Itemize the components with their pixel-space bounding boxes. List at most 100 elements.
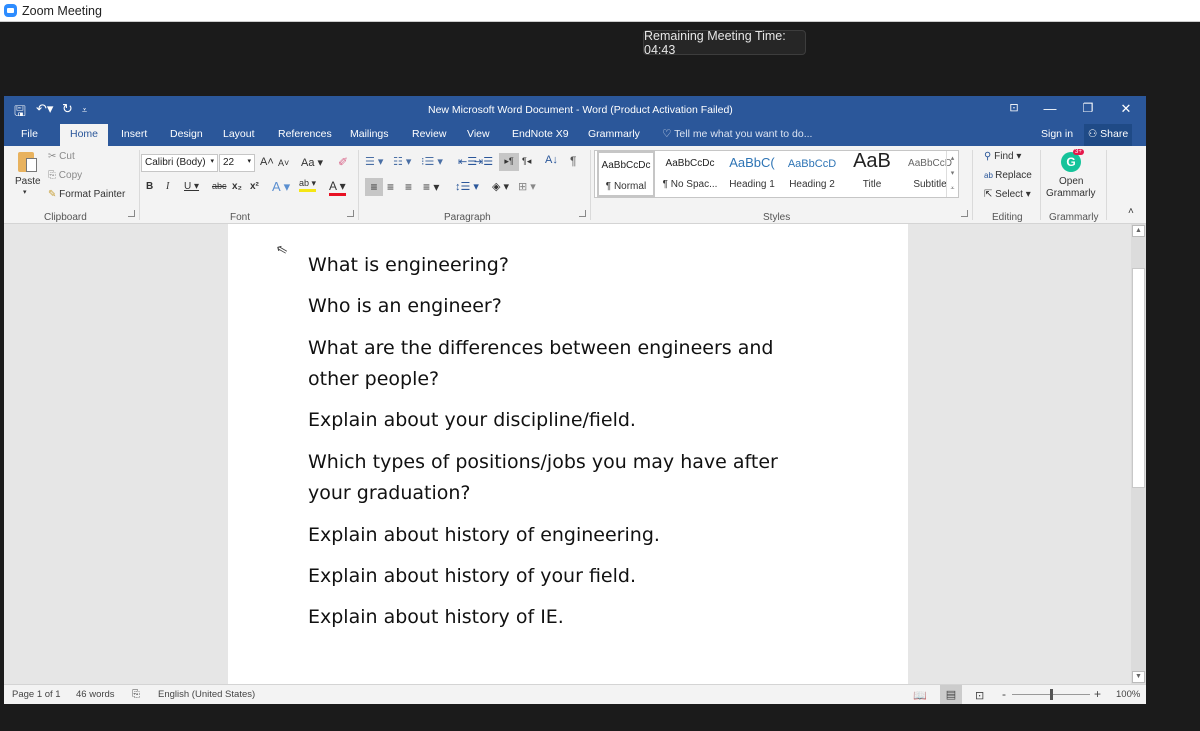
document-page[interactable]: ⇖ What is engineering? Who is an engineer… [228, 224, 908, 684]
document-paragraph[interactable]: What are the differences between enginee… [308, 333, 828, 395]
tab-mailings[interactable]: Mailings [350, 128, 389, 140]
scroll-down-icon[interactable]: ▼ [1132, 671, 1145, 683]
scroll-up-icon[interactable]: ▲ [1132, 225, 1145, 237]
increase-indent-icon[interactable]: ⇥☰ [474, 155, 493, 168]
shading-icon[interactable]: ◈ ▾ [492, 180, 509, 193]
font-size-select[interactable]: 22 ▾ [219, 154, 255, 172]
copy-button[interactable]: ⎘ Copy [48, 170, 82, 181]
select-button[interactable]: ⇱ Select ▾ [984, 189, 1031, 200]
font-launcher-icon[interactable] [347, 210, 354, 217]
customize-qat-icon[interactable]: ⩡ [82, 105, 87, 116]
superscript-icon[interactable]: x² [250, 181, 259, 192]
vertical-scrollbar[interactable]: ▲ ▼ [1131, 224, 1146, 684]
share-button[interactable]: ⚇ Share [1084, 124, 1132, 146]
tab-endnote[interactable]: EndNote X9 [512, 128, 569, 140]
ltr-icon[interactable]: ▸¶ [499, 153, 519, 171]
find-button[interactable]: ⚲ Find ▾ [984, 151, 1021, 162]
tab-view[interactable]: View [467, 128, 490, 140]
ribbon-display-icon[interactable]: ⊡ [1004, 101, 1024, 114]
tab-grammarly[interactable]: Grammarly [588, 128, 640, 140]
web-layout-icon[interactable]: ⊡ [975, 689, 984, 702]
font-name-select[interactable]: Calibri (Body) ▾ [141, 154, 218, 172]
document-paragraph[interactable]: Which types of positions/jobs you may ha… [308, 447, 828, 509]
zoom-in-icon[interactable]: + [1094, 687, 1101, 701]
subscript-icon[interactable]: x₂ [232, 181, 242, 192]
borders-icon[interactable]: ⊞ ▾ [518, 180, 536, 193]
document-paragraph[interactable]: Explain about history of IE. [308, 602, 828, 633]
tab-review[interactable]: Review [412, 128, 446, 140]
align-center-icon[interactable]: ≡ [387, 180, 394, 194]
zoom-slider-handle[interactable] [1050, 689, 1053, 700]
shrink-font-icon[interactable]: A˅ [278, 158, 289, 168]
clipboard-launcher-icon[interactable] [128, 210, 135, 217]
style-preview: AaB [853, 150, 891, 172]
strikethrough-icon[interactable]: abc [212, 181, 227, 191]
multilevel-list-icon[interactable]: ⁝☰ ▾ [421, 155, 443, 168]
style-normal[interactable]: AaBbCcDc ¶ Normal [597, 151, 655, 197]
divider [590, 150, 591, 220]
rtl-icon[interactable]: ¶◂ [522, 156, 531, 167]
zoom-out-icon[interactable]: - [1002, 687, 1006, 701]
styles-scrollbar[interactable]: ▴ ▾ ⩡ [946, 151, 958, 197]
numbering-icon[interactable]: ☷ ▾ [393, 155, 411, 168]
minimize-button[interactable]: — [1040, 101, 1060, 116]
copy-icon: ⎘ [48, 170, 59, 181]
open-grammarly-button[interactable]: G 3+ Open Grammarly [1042, 148, 1102, 204]
word-count[interactable]: 46 words [76, 689, 115, 700]
sort-icon[interactable]: A↓ [545, 154, 558, 166]
close-button[interactable]: ✕ [1116, 101, 1136, 117]
align-right-icon[interactable]: ≡ [405, 180, 412, 194]
tab-layout[interactable]: Layout [223, 128, 255, 140]
highlight-icon[interactable]: ab ▾ [299, 178, 317, 192]
cut-button[interactable]: ✂ Cut [48, 151, 75, 162]
text-effects-icon[interactable]: A ▾ [272, 179, 290, 195]
read-mode-icon[interactable]: 📖 [913, 689, 927, 702]
chevron-down-icon: ▾ [210, 158, 214, 165]
italic-icon[interactable]: I [166, 181, 169, 192]
bold-icon[interactable]: B [146, 181, 153, 192]
proofing-icon[interactable]: ⎘ [132, 689, 140, 700]
tell-me-search[interactable]: ♡ Tell me what you want to do... [662, 128, 812, 140]
paste-button[interactable]: Paste ▾ [10, 150, 44, 202]
tab-file[interactable]: File [21, 128, 38, 140]
styles-launcher-icon[interactable] [961, 210, 968, 217]
style-no-spacing[interactable]: AaBbCcDc ¶ No Spac... [659, 151, 721, 197]
replace-button[interactable]: ab Replace [984, 170, 1032, 181]
change-case-icon[interactable]: Aa ▾ [301, 156, 323, 169]
style-heading-2[interactable]: AaBbCcD Heading 2 [781, 151, 843, 197]
show-marks-icon[interactable]: ¶ [570, 154, 576, 168]
tab-insert[interactable]: Insert [121, 128, 147, 140]
document-paragraph[interactable]: Explain about your discipline/field. [308, 405, 828, 436]
zoom-level[interactable]: 100% [1116, 689, 1140, 700]
grow-font-icon[interactable]: A˄ [260, 156, 274, 168]
bullets-icon[interactable]: ☰ ▾ [365, 155, 383, 168]
tab-references[interactable]: References [278, 128, 332, 140]
underline-icon[interactable]: U ▾ [184, 181, 199, 192]
undo-icon[interactable]: ↶▾ [36, 101, 53, 117]
font-color-icon[interactable]: A ▾ [329, 179, 346, 196]
collapse-ribbon-icon[interactable]: ˄ [1128, 206, 1134, 217]
paragraph-launcher-icon[interactable] [579, 210, 586, 217]
sign-in-link[interactable]: Sign in [1041, 128, 1073, 140]
style-title[interactable]: AaB Title [841, 150, 903, 197]
print-layout-icon[interactable]: ▤ [940, 685, 962, 704]
document-paragraph[interactable]: Who is an engineer? [308, 291, 828, 322]
tab-home[interactable]: Home [60, 124, 109, 146]
tab-design[interactable]: Design [170, 128, 203, 140]
page-count[interactable]: Page 1 of 1 [12, 689, 61, 700]
scroll-thumb[interactable] [1132, 268, 1145, 488]
chevron-down-icon: ▾ [247, 158, 251, 165]
document-paragraph[interactable]: Explain about history of engineering. [308, 520, 828, 551]
language[interactable]: English (United States) [158, 689, 255, 700]
document-paragraph[interactable]: What is engineering? [308, 250, 828, 281]
justify-icon[interactable]: ≡ ▾ [423, 180, 439, 194]
save-icon[interactable]: 🖫 [14, 101, 26, 125]
clear-formatting-icon[interactable]: ✐ [338, 155, 348, 169]
document-paragraph[interactable]: Explain about history of your field. [308, 561, 828, 592]
restore-button[interactable]: ❐ [1078, 101, 1098, 115]
align-left-icon[interactable]: ≡ [365, 178, 383, 196]
style-heading-1[interactable]: AaBbC(Heading 1 [721, 151, 783, 197]
redo-icon[interactable]: ↻ [62, 101, 73, 117]
line-spacing-icon[interactable]: ↕☰ ▾ [455, 180, 479, 193]
format-painter-button[interactable]: ✎ Format Painter [48, 189, 125, 200]
